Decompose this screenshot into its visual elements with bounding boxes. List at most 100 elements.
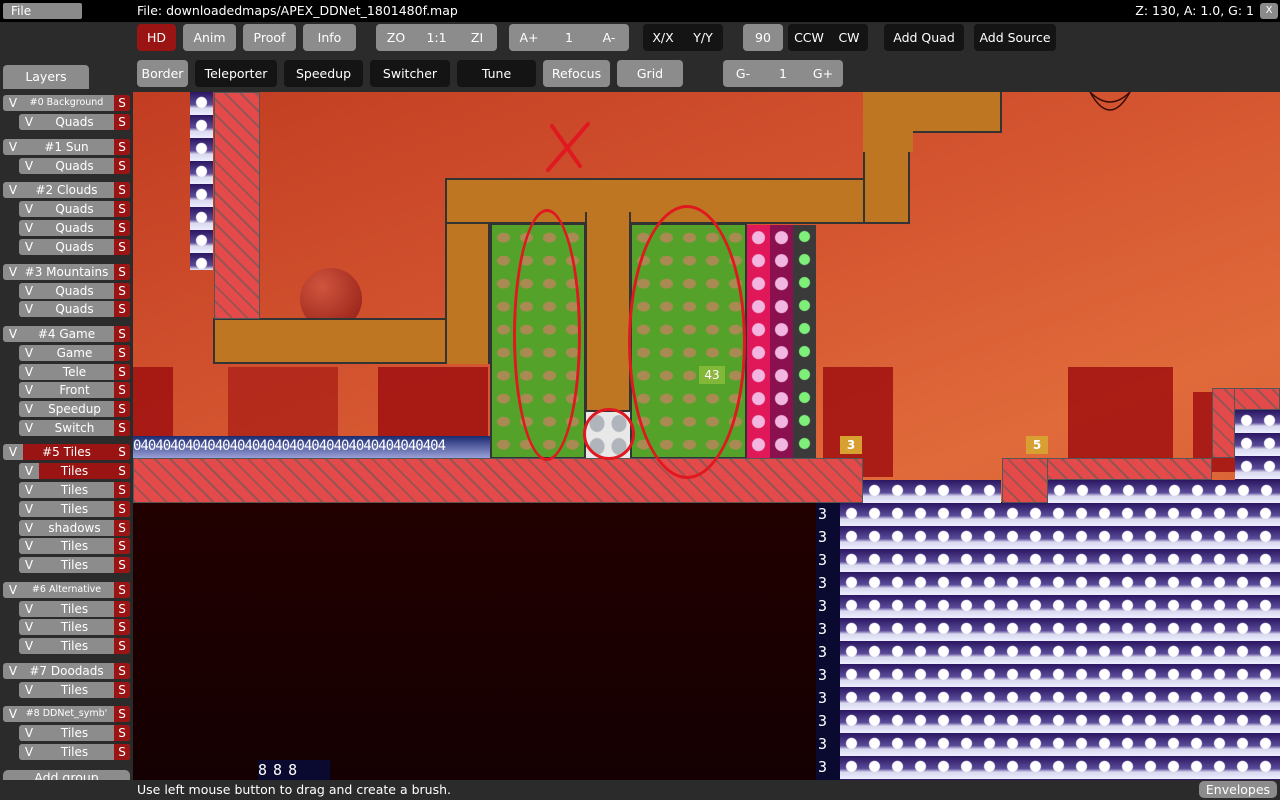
layer-group-0[interactable]: V #0 Background S — [3, 95, 130, 111]
anim-faster-button[interactable]: A+ — [509, 24, 549, 51]
visibility-toggle[interactable]: V — [23, 619, 35, 635]
visibility-toggle[interactable]: V — [23, 401, 35, 417]
visibility-toggle[interactable]: V — [23, 345, 35, 361]
refocus-button[interactable]: Refocus — [543, 60, 610, 87]
proof-toggle[interactable]: Proof — [243, 24, 296, 51]
add-quad-button[interactable]: Add Quad — [884, 24, 964, 51]
visibility-toggle[interactable]: V — [23, 283, 35, 299]
solo-toggle[interactable]: S — [114, 282, 130, 299]
layer-item[interactable]: V Quads S — [19, 301, 130, 318]
layer-item[interactable]: V Quads S — [19, 157, 130, 174]
solo-toggle[interactable]: S — [114, 581, 130, 598]
visibility-toggle[interactable]: V — [23, 725, 35, 741]
zoom-reset-button[interactable]: 1:1 — [416, 24, 457, 51]
solo-toggle[interactable]: S — [114, 138, 130, 155]
envelopes-button[interactable]: Envelopes — [1199, 781, 1277, 798]
hd-toggle[interactable]: HD — [137, 24, 176, 51]
layer-item[interactable]: Vshadows S — [19, 519, 130, 536]
layer-item[interactable]: V Tiles S — [19, 500, 130, 517]
visibility-toggle[interactable]: V — [23, 557, 35, 573]
layer-item[interactable]: V Tiles S — [19, 463, 130, 480]
solo-toggle[interactable]: S — [114, 182, 130, 199]
solo-toggle[interactable]: S — [114, 201, 130, 218]
visibility-toggle[interactable]: V — [7, 663, 19, 679]
zoom-out-button[interactable]: ZO — [376, 24, 416, 51]
visibility-toggle[interactable]: V — [7, 706, 19, 722]
visibility-toggle[interactable]: V — [23, 114, 35, 130]
visibility-toggle[interactable]: V — [7, 326, 19, 342]
layer-item[interactable]: V Speedup S — [19, 401, 130, 417]
solo-toggle[interactable]: S — [114, 538, 130, 555]
visibility-toggle[interactable]: V — [23, 420, 35, 436]
flip-x-button[interactable]: X/X — [643, 24, 683, 51]
solo-toggle[interactable]: S — [114, 363, 130, 380]
solo-toggle[interactable]: S — [114, 157, 130, 174]
visibility-toggle[interactable]: V — [23, 364, 35, 380]
solo-toggle[interactable]: S — [114, 344, 130, 361]
solo-toggle[interactable]: S — [114, 238, 130, 255]
layer-item[interactable]: V Tiles S — [19, 538, 130, 555]
info-toggle[interactable]: Info — [303, 24, 356, 51]
layer-item[interactable]: V Tiles S — [19, 482, 130, 499]
visibility-toggle[interactable]: V — [23, 239, 35, 255]
visibility-toggle[interactable]: V — [23, 520, 35, 536]
solo-toggle[interactable]: S — [114, 744, 130, 761]
solo-toggle[interactable]: S — [114, 500, 130, 517]
solo-toggle[interactable]: S — [114, 706, 130, 723]
tune-button[interactable]: Tune — [457, 60, 536, 87]
rotate-cw-button[interactable]: CW — [830, 24, 868, 51]
layer-item[interactable]: V Front S — [19, 382, 130, 399]
grid-less-button[interactable]: G- — [723, 60, 763, 87]
switcher-button[interactable]: Switcher — [370, 60, 450, 87]
visibility-toggle[interactable]: V — [7, 139, 19, 155]
visibility-toggle[interactable]: V — [23, 682, 35, 698]
visibility-toggle[interactable]: V — [23, 744, 35, 760]
layer-group-7[interactable]: V #7 Doodads S — [3, 662, 130, 679]
teleporter-button[interactable]: Teleporter — [195, 60, 277, 87]
layer-group-2[interactable]: V #2 Clouds S — [3, 182, 130, 199]
solo-toggle[interactable]: S — [114, 444, 130, 461]
solo-toggle[interactable]: S — [114, 263, 130, 280]
layer-item[interactable]: V Quads S — [19, 220, 130, 237]
layer-group-1[interactable]: V #1 Sun S — [3, 138, 130, 155]
solo-toggle[interactable]: S — [114, 681, 130, 698]
solo-toggle[interactable]: S — [114, 519, 130, 536]
solo-toggle[interactable]: S — [114, 556, 130, 573]
visibility-toggle[interactable]: V — [7, 582, 19, 598]
layer-item[interactable]: V Game S — [19, 344, 130, 361]
layer-item[interactable]: V Tiles S — [19, 744, 130, 761]
solo-toggle[interactable]: S — [114, 600, 130, 617]
rotate-ccw-button[interactable]: CCW — [788, 24, 830, 51]
visibility-toggle[interactable]: V — [23, 220, 35, 236]
solo-toggle[interactable]: S — [114, 325, 130, 342]
solo-toggle[interactable]: S — [114, 419, 130, 436]
layer-item[interactable]: V Switch S — [19, 419, 130, 436]
solo-toggle[interactable]: S — [114, 220, 130, 237]
layers-tab[interactable]: Layers — [3, 65, 89, 89]
visibility-toggle[interactable]: V — [7, 182, 19, 198]
solo-toggle[interactable]: S — [114, 95, 130, 111]
solo-toggle[interactable]: S — [114, 619, 130, 636]
layer-group-4[interactable]: V #4 Game S — [3, 325, 130, 342]
visibility-toggle[interactable]: V — [23, 301, 35, 317]
grid-more-button[interactable]: G+ — [803, 60, 843, 87]
map-canvas[interactable]: 43 0404040404040404040404040404040404040… — [133, 92, 1280, 780]
visibility-toggle[interactable]: V — [23, 201, 35, 217]
solo-toggle[interactable]: S — [114, 482, 130, 499]
layer-item[interactable]: V Quads S — [19, 114, 130, 130]
visibility-toggle[interactable]: V — [7, 95, 19, 111]
solo-toggle[interactable]: S — [114, 401, 130, 417]
border-button[interactable]: Border — [137, 60, 188, 87]
zoom-in-button[interactable]: ZI — [457, 24, 497, 51]
visibility-toggle[interactable]: V — [23, 158, 35, 174]
close-icon[interactable]: X — [1260, 3, 1278, 19]
add-source-button[interactable]: Add Source — [974, 24, 1056, 51]
solo-toggle[interactable]: S — [114, 301, 130, 318]
visibility-toggle[interactable]: V — [23, 382, 35, 398]
layer-item[interactable]: V Tiles S — [19, 600, 130, 617]
anim-toggle[interactable]: Anim — [183, 24, 236, 51]
solo-toggle[interactable]: S — [114, 662, 130, 679]
layer-group-5[interactable]: V #5 Tiles S — [3, 444, 130, 461]
layer-item[interactable]: V Quads S — [19, 238, 130, 255]
visibility-toggle[interactable]: V — [23, 501, 35, 517]
